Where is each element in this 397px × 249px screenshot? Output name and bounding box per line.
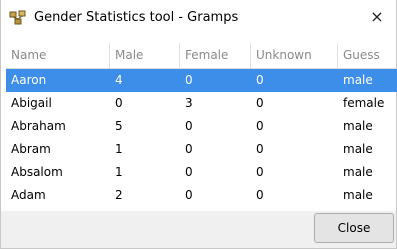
- cell-unknown: 0: [256, 188, 264, 202]
- cell-name: Abram: [11, 142, 51, 156]
- cell-male: 4: [115, 73, 123, 87]
- cell-name: Abigail: [11, 96, 52, 110]
- cell-name: Absalom: [11, 165, 63, 179]
- cell-unknown: 0: [256, 96, 264, 110]
- cell-name: Adam: [11, 188, 46, 202]
- cell-female: 3: [185, 96, 193, 110]
- table-row[interactable]: Aaron 4 0 0 male: [6, 69, 397, 92]
- cell-guess: male: [343, 119, 373, 133]
- close-icon[interactable]: ×: [366, 6, 388, 28]
- dialog-window: Gender Statistics tool - Gramps × Name M…: [0, 0, 397, 249]
- cell-female: 0: [185, 142, 193, 156]
- cell-unknown: 0: [256, 119, 264, 133]
- window-title: Gender Statistics tool - Gramps: [34, 10, 239, 25]
- cell-guess: female: [343, 96, 385, 110]
- column-header-name[interactable]: Name: [6, 43, 110, 68]
- cell-name: Abraham: [11, 119, 66, 133]
- cell-male: 2: [115, 188, 123, 202]
- gender-stats-table[interactable]: Name Male Female Unknown Guess Aaron 4 0…: [6, 43, 397, 211]
- cell-unknown: 0: [256, 142, 264, 156]
- cell-female: 0: [185, 73, 193, 87]
- close-button[interactable]: Close: [314, 213, 394, 243]
- cell-male: 1: [115, 165, 123, 179]
- cell-female: 0: [185, 119, 193, 133]
- column-header-guess[interactable]: Guess: [338, 43, 397, 68]
- cell-guess: male: [343, 142, 373, 156]
- table-row[interactable]: Abraham 5 0 0 male: [6, 115, 397, 138]
- title-bar[interactable]: Gender Statistics tool - Gramps ×: [1, 0, 396, 36]
- cell-male: 5: [115, 119, 123, 133]
- table-row[interactable]: Abigail 0 3 0 female: [6, 92, 397, 115]
- cell-male: 1: [115, 142, 123, 156]
- cell-unknown: 0: [256, 73, 264, 87]
- cell-unknown: 0: [256, 165, 264, 179]
- table-row[interactable]: Adam 2 0 0 male: [6, 184, 397, 207]
- table-header: Name Male Female Unknown Guess: [6, 43, 397, 69]
- column-header-female[interactable]: Female: [180, 43, 251, 68]
- cell-female: 0: [185, 188, 193, 202]
- cell-name: Aaron: [11, 73, 47, 87]
- cell-guess: male: [343, 188, 373, 202]
- cell-female: 0: [185, 165, 193, 179]
- gramps-app-icon: [9, 10, 27, 26]
- cell-guess: male: [343, 73, 373, 87]
- column-header-unknown[interactable]: Unknown: [251, 43, 338, 68]
- table-row[interactable]: Absalom 1 0 0 male: [6, 161, 397, 184]
- cell-male: 0: [115, 96, 123, 110]
- table-row[interactable]: Abram 1 0 0 male: [6, 138, 397, 161]
- column-header-male[interactable]: Male: [110, 43, 180, 68]
- cell-guess: male: [343, 165, 373, 179]
